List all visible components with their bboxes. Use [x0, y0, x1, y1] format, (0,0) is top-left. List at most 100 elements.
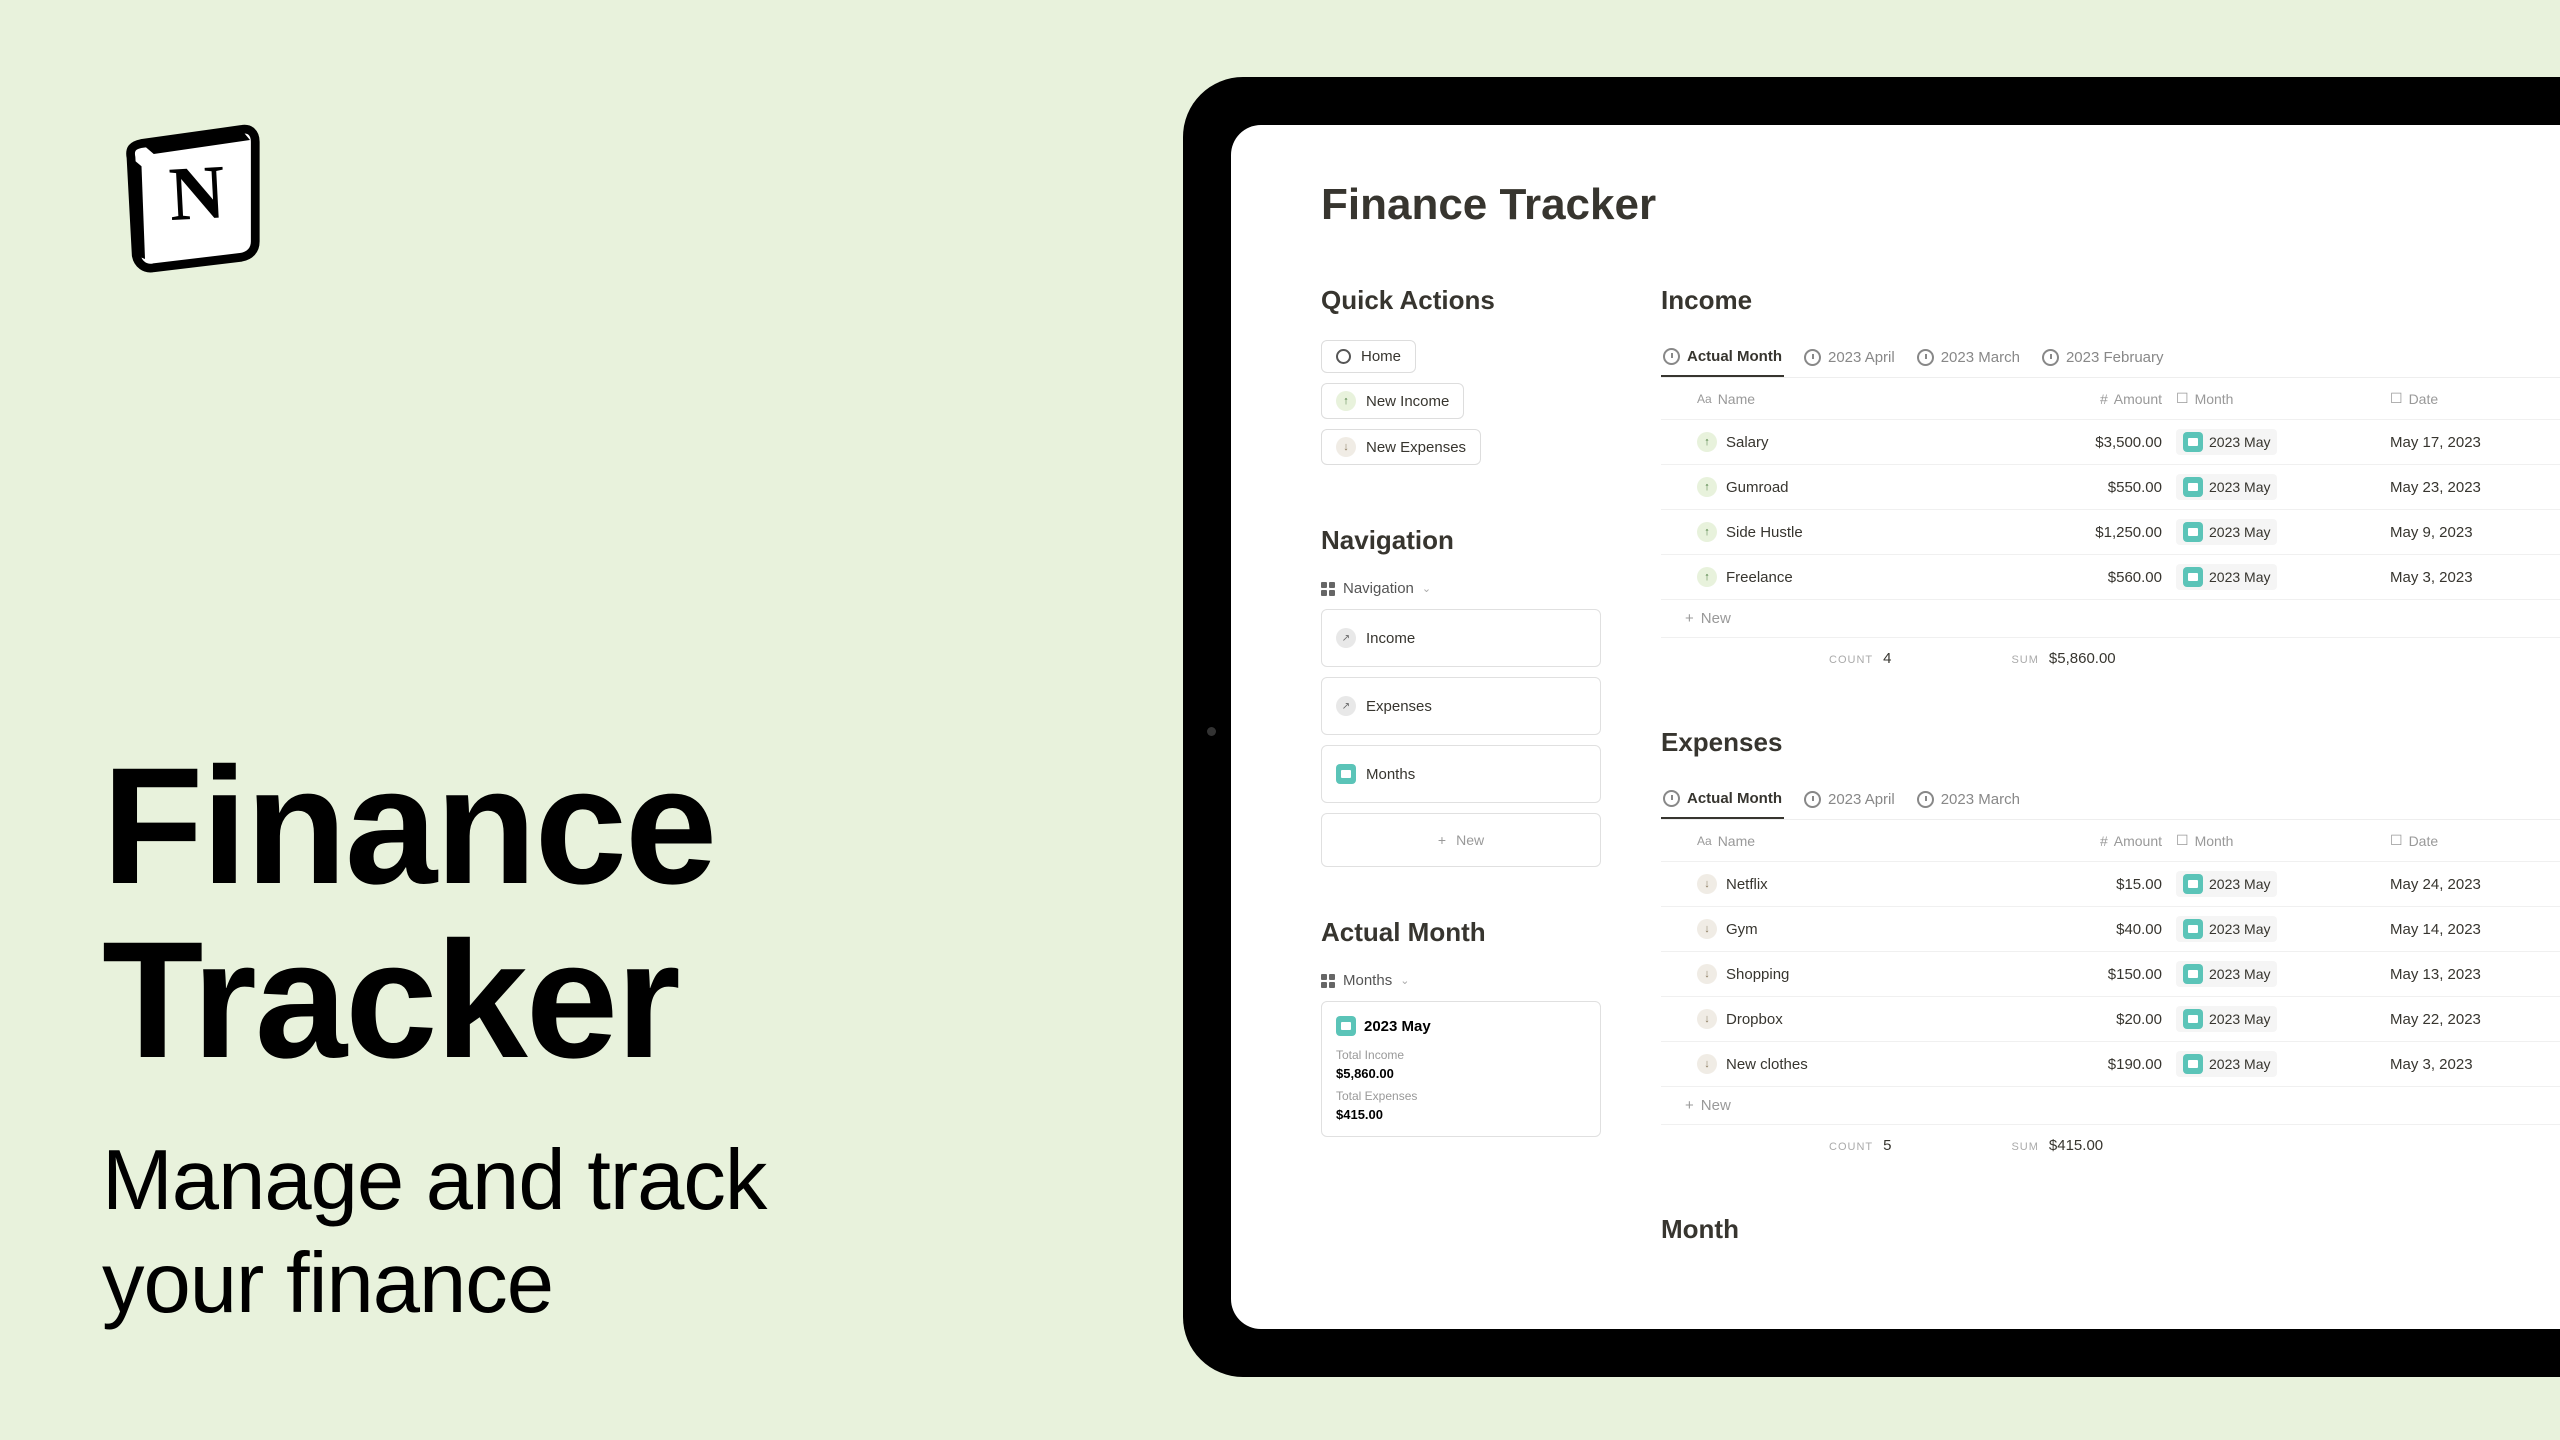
- column-name[interactable]: AaName: [1697, 390, 1987, 407]
- plus-icon: +: [1438, 832, 1446, 848]
- month-tag[interactable]: 2023 May: [2176, 474, 2277, 500]
- column-date[interactable]: ☐Date: [2372, 832, 2560, 849]
- clock-icon: [1804, 791, 1821, 808]
- table-row[interactable]: ↓New clothes$190.002023 MayMay 3, 2023: [1661, 1042, 2560, 1087]
- arrow-up-icon: ↑: [1697, 567, 1717, 587]
- calendar-icon: [2183, 567, 2203, 587]
- month-tag[interactable]: 2023 May: [2176, 961, 2277, 987]
- column-name[interactable]: AaName: [1697, 832, 1987, 849]
- row-name: Gumroad: [1726, 479, 1789, 496]
- month-summary-card[interactable]: 2023 May Total Income $5,860.00 Total Ex…: [1321, 1001, 1601, 1137]
- calendar-icon: [2183, 432, 2203, 452]
- clock-icon: [1663, 790, 1680, 807]
- table-row[interactable]: ↓Shopping$150.002023 MayMay 13, 2023: [1661, 952, 2560, 997]
- income-new-button[interactable]: + New: [1661, 600, 2560, 638]
- hero-subtitle: Manage and track your finance: [102, 1129, 766, 1336]
- table-row[interactable]: ↑ Side Hustle $1,250.00 2023 May May 9, 2023: [1661, 510, 2560, 555]
- tab-2023-march[interactable]: 2023 March: [1915, 782, 2022, 819]
- navigation-view-selector[interactable]: Navigation ⌄: [1321, 580, 1601, 597]
- row-date: May 9, 2023: [2372, 524, 2560, 541]
- tablet-frame: Finance Tracker Quick Actions Home ↑ Ne: [1183, 77, 2560, 1377]
- clock-icon: [1804, 349, 1821, 366]
- month-tag[interactable]: 2023 May: [2176, 871, 2277, 897]
- quick-actions-heading: Quick Actions: [1321, 285, 1601, 316]
- clock-icon: [1917, 349, 1934, 366]
- sidebar-item-expenses[interactable]: ↗ Expenses: [1321, 677, 1601, 735]
- column-month[interactable]: ☐Month: [2162, 390, 2372, 407]
- calendar-icon: [2183, 964, 2203, 984]
- tab-2023-april[interactable]: 2023 April: [1802, 782, 1897, 819]
- tab-2023-march[interactable]: 2023 March: [1915, 340, 2022, 377]
- table-row[interactable]: ↓ Gym $40.00 2023 May May 14, 2023: [1661, 907, 2560, 952]
- new-income-button[interactable]: ↑ New Income: [1321, 383, 1464, 419]
- months-view-selector[interactable]: Months ⌄: [1321, 972, 1601, 989]
- row-date: May 17, 2023: [2372, 434, 2560, 451]
- arrow-down-icon: ↓: [1697, 919, 1717, 939]
- calendar-icon: [2183, 919, 2203, 939]
- column-amount[interactable]: #Amount: [1987, 390, 2162, 407]
- clock-icon: [2042, 349, 2059, 366]
- row-amount: $1,250.00: [1987, 524, 2162, 541]
- month-tag[interactable]: 2023 May: [2176, 1051, 2277, 1077]
- expenses-new-button[interactable]: + New: [1661, 1087, 2560, 1125]
- row-amount: $40.00: [1987, 921, 2162, 938]
- row-name: New clothes: [1726, 1056, 1808, 1073]
- new-expenses-button[interactable]: ↓ New Expenses: [1321, 429, 1481, 465]
- month-tag[interactable]: 2023 May: [2176, 519, 2277, 545]
- row-name: Shopping: [1726, 966, 1789, 983]
- row-date: May 3, 2023: [2372, 1056, 2560, 1073]
- row-name: Side Hustle: [1726, 524, 1803, 541]
- month-tag[interactable]: 2023 May: [2176, 916, 2277, 942]
- calendar-icon: [2183, 477, 2203, 497]
- app-screen: Finance Tracker Quick Actions Home ↑ Ne: [1231, 125, 2560, 1329]
- link-icon: ↗: [1336, 628, 1356, 648]
- total-expenses-label: Total Expenses: [1336, 1089, 1586, 1103]
- tab-2023-april[interactable]: 2023 April: [1802, 340, 1897, 377]
- tab-2023-february[interactable]: 2023 February: [2040, 340, 2166, 377]
- row-date: May 13, 2023: [2372, 966, 2560, 983]
- notion-logo-icon: N: [110, 105, 285, 280]
- table-row[interactable]: ↑Salary$3,500.002023 MayMay 17, 2023: [1661, 420, 2560, 465]
- table-row[interactable]: ↓Dropbox$20.002023 MayMay 22, 2023: [1661, 997, 2560, 1042]
- table-row[interactable]: ↑Gumroad$550.002023 MayMay 23, 2023: [1661, 465, 2560, 510]
- arrow-up-icon: ↑: [1697, 522, 1717, 542]
- month-tag[interactable]: 2023 May: [2176, 564, 2277, 590]
- row-name: Dropbox: [1726, 1011, 1783, 1028]
- table-row[interactable]: ↑Freelance$560.002023 MayMay 3, 2023: [1661, 555, 2560, 600]
- income-heading: Income: [1661, 285, 2560, 316]
- plus-icon: +: [1685, 610, 1694, 627]
- month-heading: Month: [1661, 1214, 2560, 1245]
- main-panel: Income Actual Month 2023 April 2023 M: [1661, 285, 2560, 1269]
- navigation-heading: Navigation: [1321, 525, 1601, 556]
- tab-actual-month[interactable]: Actual Month: [1661, 340, 1784, 377]
- calendar-icon: [1336, 764, 1356, 784]
- calendar-icon: [2183, 1009, 2203, 1029]
- row-amount: $550.00: [1987, 479, 2162, 496]
- row-name: Gym: [1726, 921, 1758, 938]
- column-amount[interactable]: #Amount: [1987, 832, 2162, 849]
- calendar-icon: [2183, 522, 2203, 542]
- arrow-down-icon: ↓: [1697, 1054, 1717, 1074]
- nav-new-button[interactable]: + New: [1321, 813, 1601, 867]
- actual-month-heading: Actual Month: [1321, 917, 1601, 948]
- row-name: Freelance: [1726, 569, 1793, 586]
- month-tag[interactable]: 2023 May: [2176, 1006, 2277, 1032]
- table-row[interactable]: ↓Netflix$15.002023 MayMay 24, 2023: [1661, 862, 2560, 907]
- month-tag[interactable]: 2023 May: [2176, 429, 2277, 455]
- home-button[interactable]: Home: [1321, 340, 1416, 373]
- total-income-value: $5,860.00: [1336, 1066, 1586, 1081]
- tab-actual-month[interactable]: Actual Month: [1661, 782, 1784, 819]
- calendar-icon: [1336, 1016, 1356, 1036]
- grid-icon: [1321, 582, 1335, 596]
- arrow-down-icon: ↓: [1697, 874, 1717, 894]
- column-month[interactable]: ☐Month: [2162, 832, 2372, 849]
- sidebar-item-income[interactable]: ↗ Income: [1321, 609, 1601, 667]
- clock-icon: [1917, 791, 1934, 808]
- row-date: May 14, 2023: [2372, 921, 2560, 938]
- row-name: Salary: [1726, 434, 1769, 451]
- sidebar-item-months[interactable]: Months: [1321, 745, 1601, 803]
- column-date[interactable]: ☐Date: [2372, 390, 2560, 407]
- income-table: AaName #Amount ☐Month ☐Date ↑Salary$3,50…: [1661, 378, 2560, 667]
- row-amount: $15.00: [1987, 876, 2162, 893]
- arrow-up-icon: ↑: [1697, 477, 1717, 497]
